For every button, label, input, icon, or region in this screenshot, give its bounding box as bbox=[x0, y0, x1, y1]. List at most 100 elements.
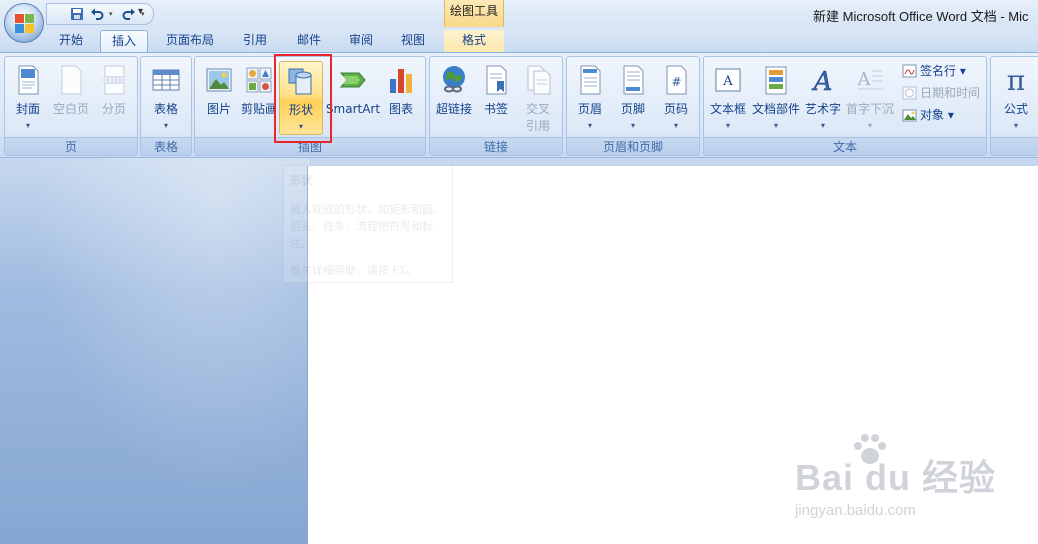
drop-cap-button[interactable]: A 首字下沉 ▾ bbox=[844, 61, 896, 135]
text-box-icon: A bbox=[715, 68, 741, 92]
hyperlink-label: 超链接 bbox=[435, 102, 472, 116]
page-break-button[interactable]: 分页 bbox=[93, 61, 135, 135]
drop-cap-label: 首字下沉 bbox=[845, 102, 894, 116]
chart-label: 图表 bbox=[388, 102, 413, 116]
header-dropdown-icon: ▾ bbox=[587, 121, 592, 130]
drawing-tools-header: 绘图工具 bbox=[444, 0, 504, 27]
ribbon-tab-row: 开始 插入 页面布局 引用 邮件 审阅 视图 格式 bbox=[0, 28, 1038, 52]
watermark-url: jingyan.baidu.com bbox=[795, 502, 916, 519]
group-text: A 文本框 ▾ 文档部件 ▾ A 艺术字 ▾ A 首字下沉 ▾ 签名行 ▾ 日期… bbox=[703, 56, 987, 156]
tab-insert[interactable]: 插入 bbox=[100, 30, 148, 52]
clip-art-label: 剪贴画 bbox=[241, 102, 278, 116]
page-break-icon bbox=[103, 65, 126, 95]
page-number-label: 页码 bbox=[663, 102, 688, 116]
undo-dropdown-icon[interactable]: ▾ bbox=[109, 10, 117, 18]
group-symbols: π 公式 ▾ bbox=[990, 56, 1038, 156]
signature-line-label: 签名行 ▾ bbox=[920, 64, 966, 78]
group-links: 超链接 书签 交叉 引用 链接 bbox=[429, 56, 563, 156]
equation-button[interactable]: π 公式 ▾ bbox=[993, 61, 1038, 135]
tab-mailings[interactable]: 邮件 bbox=[286, 30, 332, 52]
smartart-label: SmartArt bbox=[325, 102, 381, 116]
group-table: 表格 ▾ 表格 bbox=[140, 56, 192, 156]
baidu-watermark: Bai du 经验 jingyan.baidu.com bbox=[795, 432, 995, 522]
office-button[interactable] bbox=[4, 3, 44, 43]
wordart-icon: A bbox=[811, 67, 832, 95]
page-number-button[interactable]: # 页码 ▾ bbox=[655, 61, 697, 135]
smartart-icon bbox=[339, 72, 366, 88]
header-icon bbox=[580, 65, 601, 95]
cover-page-icon bbox=[18, 65, 39, 95]
svg-text:A: A bbox=[857, 69, 872, 90]
group-symbols-label bbox=[991, 137, 1038, 155]
office-logo-icon bbox=[15, 14, 34, 33]
group-pages-label: 页 bbox=[5, 137, 137, 155]
cross-reference-icon bbox=[527, 65, 551, 95]
watermark-brand: Bai du 经验 bbox=[795, 457, 997, 498]
cross-reference-label: 交叉 bbox=[525, 102, 550, 116]
hyperlink-button[interactable]: 超链接 bbox=[432, 61, 476, 135]
bookmark-button[interactable]: 书签 bbox=[476, 61, 516, 135]
shapes-label: 形状 bbox=[288, 103, 313, 117]
redo-icon[interactable] bbox=[121, 6, 137, 22]
shapes-button[interactable]: 形状 ▾ bbox=[279, 61, 323, 135]
signature-line-button[interactable]: 签名行 ▾ bbox=[900, 61, 966, 81]
document-background-glow bbox=[0, 158, 310, 544]
object-icon bbox=[902, 109, 917, 122]
table-button[interactable]: 表格 ▾ bbox=[144, 61, 188, 135]
bookmark-icon bbox=[486, 65, 507, 95]
chart-icon bbox=[390, 69, 412, 93]
table-dropdown-icon: ▾ bbox=[163, 121, 168, 130]
group-header-footer-label: 页眉和页脚 bbox=[567, 137, 699, 155]
quick-parts-dropdown-icon: ▾ bbox=[773, 121, 778, 130]
undo-icon[interactable] bbox=[89, 6, 105, 22]
customize-qat-icon[interactable]: ▾ bbox=[138, 6, 143, 17]
group-text-label: 文本 bbox=[704, 137, 986, 155]
shapes-dropdown-icon: ▾ bbox=[298, 122, 303, 131]
group-illustrations: 图片 剪贴画 形状 ▾ SmartArt 图表 插图 bbox=[194, 56, 426, 156]
date-time-button[interactable]: 日期和时间 bbox=[900, 83, 980, 103]
blank-page-icon bbox=[61, 65, 82, 95]
picture-icon bbox=[206, 68, 232, 92]
footer-label: 页脚 bbox=[620, 102, 645, 116]
paw-icon bbox=[854, 434, 886, 464]
tab-format[interactable]: 格式 bbox=[444, 30, 504, 52]
blank-page-button[interactable]: 空白页 bbox=[49, 61, 93, 135]
smartart-button[interactable]: SmartArt bbox=[325, 61, 381, 135]
header-label: 页眉 bbox=[577, 102, 602, 116]
table-icon bbox=[152, 69, 180, 91]
cover-page-button[interactable]: 封面 ▾ bbox=[7, 61, 49, 135]
tab-page-layout[interactable]: 页面布局 bbox=[156, 30, 224, 52]
tab-review[interactable]: 审阅 bbox=[338, 30, 384, 52]
tab-references[interactable]: 引用 bbox=[232, 30, 278, 52]
signature-line-icon bbox=[902, 64, 917, 78]
wordart-button[interactable]: A 艺术字 ▾ bbox=[802, 61, 844, 135]
tab-home[interactable]: 开始 bbox=[48, 30, 94, 52]
clip-art-button[interactable]: 剪贴画 bbox=[241, 61, 277, 135]
window-title: 新建 Microsoft Office Word 文档 - Mic bbox=[813, 9, 1029, 24]
tooltip-help: 有关详细帮助，请按 F1。 bbox=[290, 264, 417, 277]
page-number-dropdown-icon: ▾ bbox=[673, 121, 678, 130]
tab-view[interactable]: 视图 bbox=[390, 30, 436, 52]
cover-page-dropdown-icon: ▾ bbox=[25, 121, 30, 130]
quick-parts-label: 文档部件 bbox=[751, 102, 800, 116]
table-label: 表格 bbox=[153, 102, 178, 116]
save-icon[interactable] bbox=[69, 6, 85, 22]
shapes-icon bbox=[288, 68, 312, 95]
object-button[interactable]: 对象 ▾ bbox=[900, 105, 954, 125]
quick-parts-button[interactable]: 文档部件 ▾ bbox=[750, 61, 802, 135]
wordart-label: 艺术字 bbox=[804, 102, 841, 116]
svg-text:π: π bbox=[1007, 65, 1025, 95]
cross-reference-button[interactable]: 交叉 引用 bbox=[516, 61, 560, 135]
ribbon: 封面 ▾ 空白页 分页 页 表格 ▾ 表格 图片 剪贴画 形状 ▾ SmartA… bbox=[0, 52, 1038, 158]
picture-button[interactable]: 图片 bbox=[197, 61, 241, 135]
footer-button[interactable]: 页脚 ▾ bbox=[612, 61, 654, 135]
group-illustrations-label: 插图 bbox=[195, 137, 425, 155]
shapes-tooltip: 形状 插入现成的形状，如矩形和圆、箭头、线条、流程图符号和标注。 有关详细帮助，… bbox=[283, 165, 453, 283]
group-pages: 封面 ▾ 空白页 分页 页 bbox=[4, 56, 138, 156]
title-bar: ▾ ▾ ▾ 绘图工具 新建 Microsoft Office Word 文档 -… bbox=[0, 0, 1038, 28]
chart-button[interactable]: 图表 bbox=[381, 61, 421, 135]
text-box-label: 文本框 bbox=[709, 102, 746, 116]
text-box-button[interactable]: A 文本框 ▾ bbox=[706, 61, 750, 135]
header-button[interactable]: 页眉 ▾ bbox=[569, 61, 611, 135]
object-label: 对象 ▾ bbox=[920, 108, 954, 122]
